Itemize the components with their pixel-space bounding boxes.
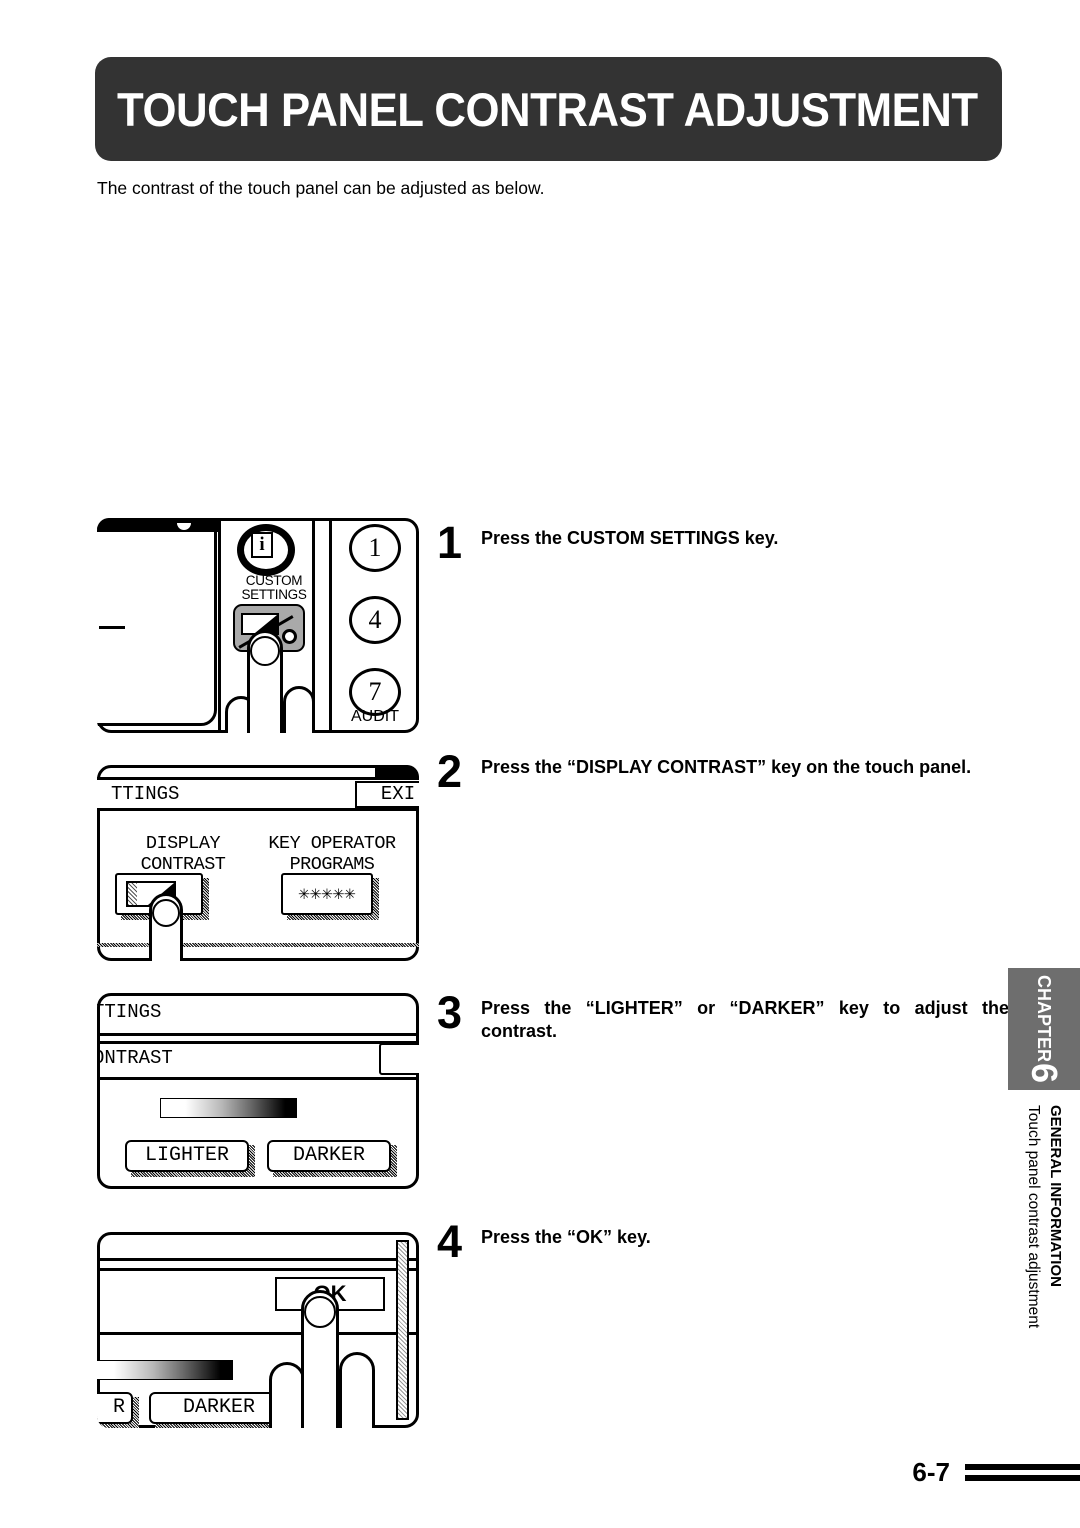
numeric-key-4[interactable]: 4 [349, 596, 401, 644]
darker-key[interactable]: DARKER [267, 1140, 391, 1172]
intro-text: The contrast of the touch panel can be a… [97, 178, 545, 198]
step-4-number: 4 [437, 1216, 463, 1267]
key-operator-label-line1: KEY OPERATOR [268, 833, 396, 854]
exit-button[interactable]: EXI [355, 781, 419, 808]
chapter-number: 6 [1024, 1062, 1065, 1084]
step-3: 3 Press the “LIGHTER” or “DARKER” key to… [437, 987, 1009, 1043]
page-header-banner: TOUCH PANEL CONTRAST ADJUSTMENT [95, 57, 1002, 161]
panel-divider-left [218, 518, 221, 733]
illustration-panel-custom-settings-key: i CUSTOM SETTINGS 1 4 7 AUDIT [97, 518, 419, 733]
step-2-text: Press the “DISPLAY CONTRAST” key on the … [481, 757, 972, 777]
hand-finger-3 [269, 1362, 305, 1428]
darker-key[interactable]: DARKER [149, 1392, 289, 1424]
key-ring-icon [282, 629, 297, 644]
hand-finger-2 [339, 1352, 375, 1428]
step-4-text: Press the “OK” key. [481, 1227, 651, 1247]
step-2: 2 Press the “DISPLAY CONTRAST” key on th… [437, 746, 1007, 797]
lighter-key-partial[interactable]: R [97, 1392, 133, 1424]
panel-clip: TTINGS ONTRAST LIGHTER DARKER [97, 993, 419, 1189]
lighter-key[interactable]: LIGHTER [125, 1140, 249, 1172]
screen-line-second [97, 1268, 419, 1271]
contrast-level-bar [97, 1360, 233, 1380]
screen-title: TTINGS [97, 1001, 162, 1023]
custom-settings-label-line2: SETTINGS [241, 587, 307, 602]
panel-clip: i CUSTOM SETTINGS 1 4 7 AUDIT [97, 518, 419, 733]
chapter-tab: CHAPTER 6 [1008, 968, 1080, 1090]
screen-right-bezel [396, 1240, 409, 1420]
screen-title-underline [97, 1033, 419, 1036]
illustration-panel-display-contrast-key: TTINGS EXI DISPLAY CONTRAST KEY OPERATOR… [97, 765, 419, 961]
step-1: 1 Press the CUSTOM SETTINGS key. [437, 517, 997, 568]
screen-subtitle: ONTRAST [97, 1047, 173, 1069]
screen-title: TTINGS [111, 783, 180, 805]
page-number: 6-7 [912, 1457, 950, 1487]
screen-tick-mark [99, 626, 125, 629]
step-4: 4 Press the “OK” key. [437, 1216, 997, 1267]
step-3-number: 3 [437, 987, 463, 1038]
panel-divider-right [329, 518, 332, 733]
sidebar-section-title: GENERAL INFORMATION [1047, 1105, 1064, 1287]
step-3-text: Press the “LIGHTER” or “DARKER” key to a… [481, 998, 1009, 1041]
numeric-key-1[interactable]: 1 [349, 524, 401, 572]
key-operator-programs-label: KEY OPERATOR PROGRAMS [252, 833, 412, 875]
audit-label: AUDIT [351, 708, 399, 725]
custom-settings-key-label: CUSTOM SETTINGS [224, 574, 324, 602]
page-title: TOUCH PANEL CONTRAST ADJUSTMENT [117, 82, 978, 136]
illustration-panel-ok-key: OK R DARKER [97, 1232, 419, 1428]
screen-subtitle-topline [97, 1041, 419, 1044]
chapter-tab-inner: CHAPTER 6 [1008, 968, 1080, 1090]
key-operator-label-line2: PROGRAMS [289, 854, 375, 875]
touch-screen-top-bezel [97, 518, 220, 532]
screen-bottom-edge [97, 943, 419, 947]
sidebar-vertical-text: GENERAL INFORMATION Touch panel contrast… [1008, 1105, 1080, 1405]
custom-settings-label-line1: CUSTOM [245, 573, 303, 588]
screen-line-top [97, 1258, 419, 1261]
display-contrast-label: DISPLAY CONTRAST [113, 833, 253, 875]
fingernail [304, 1296, 336, 1328]
hand-finger-2 [283, 686, 315, 733]
key-operator-programs-key[interactable]: ✳✳✳✳✳ [281, 873, 373, 915]
step-1-number: 1 [437, 517, 463, 568]
step-2-number: 2 [437, 746, 463, 797]
chapter-word: CHAPTER [1034, 974, 1055, 1062]
fingernail [250, 636, 280, 666]
panel-clip: OK R DARKER [97, 1232, 419, 1428]
footer-decorative-bars [965, 1464, 1080, 1486]
illustration-panel-lighter-darker-keys: TTINGS ONTRAST LIGHTER DARKER [97, 993, 419, 1189]
display-contrast-label-line2: CONTRAST [140, 854, 226, 875]
footer-bar-bottom [965, 1475, 1080, 1481]
screen-line-third [97, 1332, 419, 1335]
footer-bar-top [965, 1464, 1080, 1470]
panel-clip: TTINGS EXI DISPLAY CONTRAST KEY OPERATOR… [97, 765, 419, 961]
step-1-text: Press the CUSTOM SETTINGS key. [481, 528, 779, 548]
screen-subtitle-underline [97, 1077, 419, 1080]
sidebar-subsection-title: Touch panel contrast adjustment [1025, 1105, 1042, 1329]
contrast-level-bar [160, 1098, 297, 1118]
display-contrast-label-line1: DISPLAY [145, 833, 221, 854]
fingernail [152, 899, 180, 927]
info-icon: i [251, 532, 273, 558]
ok-button-partial[interactable] [379, 1043, 419, 1075]
